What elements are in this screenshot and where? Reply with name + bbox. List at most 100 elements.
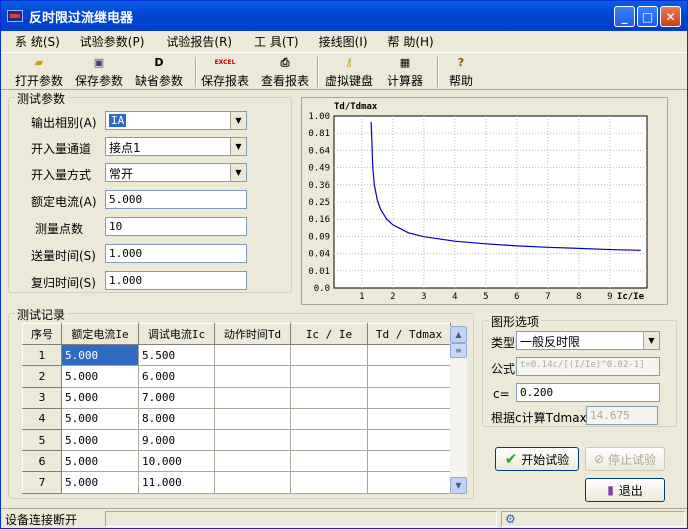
curve-type-select[interactable]: 一般反时限 ▼ xyxy=(516,331,660,350)
table-cell[interactable]: 11.000 xyxy=(138,471,215,494)
output-phase-select[interactable]: IA ▼ xyxy=(105,111,247,130)
input-channel-select[interactable]: 接点1 ▼ xyxy=(105,137,247,156)
input-mode-select[interactable]: 常开 ▼ xyxy=(105,163,247,182)
output-phase-label: 输出相别(A) xyxy=(31,116,97,130)
table-cell[interactable]: 5.000 xyxy=(61,365,139,388)
virtual-keyboard-label: 虚拟键盘 xyxy=(325,74,374,88)
row-number-cell: 7 xyxy=(22,471,62,494)
send-time-label: 送量时间(S) xyxy=(31,249,96,263)
table-cell[interactable] xyxy=(367,428,451,452)
table-row[interactable]: 1 5.000 5.500 xyxy=(22,344,451,367)
y-tick-label: 0.81 xyxy=(308,129,330,139)
menu-tools[interactable]: 工 具(T) xyxy=(254,33,299,50)
help-button[interactable]: ? 帮助 xyxy=(449,55,473,89)
y-tick-label: 0.01 xyxy=(308,267,330,277)
scroll-thumb[interactable]: ≡ xyxy=(450,343,467,358)
points-input[interactable]: 10 xyxy=(105,217,247,236)
table-cell[interactable] xyxy=(290,386,368,409)
table-cell[interactable] xyxy=(290,471,368,494)
table-cell[interactable] xyxy=(290,365,368,388)
calculator-button[interactable]: ▦ 计算器 xyxy=(387,55,423,89)
close-button[interactable]: ✕ xyxy=(660,6,681,27)
table-cell[interactable] xyxy=(214,471,291,494)
save-params-button[interactable]: ▣ 保存参数 xyxy=(75,55,123,89)
table-cell[interactable]: 8.000 xyxy=(138,407,215,430)
table-cell[interactable]: 5.000 xyxy=(61,386,139,409)
table-cell[interactable] xyxy=(367,344,451,367)
menu-help[interactable]: 帮 助(H) xyxy=(388,33,434,50)
column-header[interactable]: 序号 xyxy=(22,322,62,346)
minimize-button[interactable]: _ xyxy=(614,6,635,27)
table-cell[interactable]: 7.000 xyxy=(138,386,215,409)
scroll-up-icon[interactable]: ▲ xyxy=(450,326,467,343)
table-cell[interactable]: 10.000 xyxy=(138,450,215,473)
menu-wiring[interactable]: 接线图(I) xyxy=(319,33,368,50)
table-cell[interactable] xyxy=(290,450,368,473)
column-header[interactable]: 调试电流Ic xyxy=(138,322,215,346)
rated-current-input[interactable]: 5.000 xyxy=(105,190,247,209)
table-cell[interactable] xyxy=(367,407,451,430)
x-tick-label: 5 xyxy=(483,292,488,302)
printer-icon: ⎙ xyxy=(280,55,290,69)
menu-test-report[interactable]: 试验报告(R) xyxy=(166,33,232,50)
column-header[interactable]: Ic / Ie xyxy=(290,322,368,346)
chevron-down-icon[interactable]: ▼ xyxy=(230,138,246,155)
scroll-down-icon[interactable]: ▼ xyxy=(450,477,467,494)
table-cell[interactable] xyxy=(214,450,291,473)
table-cell[interactable] xyxy=(214,428,291,452)
column-header[interactable]: 动作时间Td xyxy=(214,322,291,346)
table-row[interactable]: 6 5.000 10.000 xyxy=(22,450,451,473)
exit-button[interactable]: ▮ 退出 xyxy=(585,478,665,502)
table-cell[interactable]: 5.000 xyxy=(61,471,139,494)
chevron-down-icon[interactable]: ▼ xyxy=(643,332,659,349)
table-row[interactable]: 5 5.000 9.000 xyxy=(22,428,451,452)
table-row[interactable]: 3 5.000 7.000 xyxy=(22,386,451,409)
view-report-button[interactable]: ⎙ 查看报表 xyxy=(261,55,309,89)
table-cell[interactable] xyxy=(367,471,451,494)
table-scrollbar[interactable]: ▲ ≡ ▼ xyxy=(450,326,467,494)
table-cell[interactable] xyxy=(290,428,368,452)
table-row[interactable]: 4 5.000 8.000 xyxy=(22,407,451,430)
table-cell[interactable] xyxy=(214,344,291,367)
table-cell[interactable] xyxy=(367,365,451,388)
c-input[interactable]: 0.200 xyxy=(516,383,660,402)
open-params-button[interactable]: ▰ 打开参数 xyxy=(15,55,63,89)
table-cell[interactable] xyxy=(214,407,291,430)
excel-icon: EXCEL xyxy=(214,59,236,66)
maximize-button[interactable]: □ xyxy=(637,6,658,27)
menu-test-params[interactable]: 试验参数(P) xyxy=(80,33,145,50)
chevron-down-icon[interactable]: ▼ xyxy=(230,164,246,181)
stop-test-button[interactable]: ⊘ 停止试验 xyxy=(585,447,665,471)
column-header[interactable]: Td / Tdmax xyxy=(367,322,451,346)
column-header[interactable]: 额定电流Ie xyxy=(61,322,139,346)
virtual-keyboard-button[interactable]: ⚷ 虚拟键盘 xyxy=(325,55,373,89)
app-icon xyxy=(7,10,23,22)
table-cell[interactable] xyxy=(367,386,451,409)
send-time-input[interactable]: 1.000 xyxy=(105,244,247,263)
input-mode-value: 常开 xyxy=(109,167,134,181)
default-params-button[interactable]: D 缺省参数 xyxy=(135,55,183,89)
title-bar: 反时限过流继电器 _ □ ✕ xyxy=(1,1,687,31)
reset-time-input[interactable]: 1.000 xyxy=(105,271,247,290)
chevron-down-icon[interactable]: ▼ xyxy=(230,112,246,129)
table-cell[interactable] xyxy=(367,450,451,473)
table-cell[interactable]: 5.500 xyxy=(138,344,215,367)
table-cell[interactable]: 6.000 xyxy=(138,365,215,388)
table-cell[interactable]: 5.000 xyxy=(61,407,139,430)
table-cell[interactable] xyxy=(214,386,291,409)
help-label: 帮助 xyxy=(449,74,474,88)
table-cell[interactable]: 5.000 xyxy=(61,344,139,367)
table-cell[interactable]: 5.000 xyxy=(61,450,139,473)
table-cell[interactable]: 5.000 xyxy=(61,428,139,452)
table-cell[interactable]: 9.000 xyxy=(138,428,215,452)
input-mode-label: 开入量方式 xyxy=(31,168,92,182)
table-row[interactable]: 7 5.000 11.000 xyxy=(22,471,451,494)
table-row[interactable]: 2 5.000 6.000 xyxy=(22,365,451,388)
save-report-button[interactable]: EXCEL 保存报表 xyxy=(201,55,249,89)
input-channel-value: 接点1 xyxy=(109,141,141,155)
table-cell[interactable] xyxy=(290,344,368,367)
table-cell[interactable] xyxy=(214,365,291,388)
table-cell[interactable] xyxy=(290,407,368,430)
start-test-button[interactable]: ✔ 开始试验 xyxy=(495,447,579,471)
menu-system[interactable]: 系 统(S) xyxy=(15,33,60,50)
